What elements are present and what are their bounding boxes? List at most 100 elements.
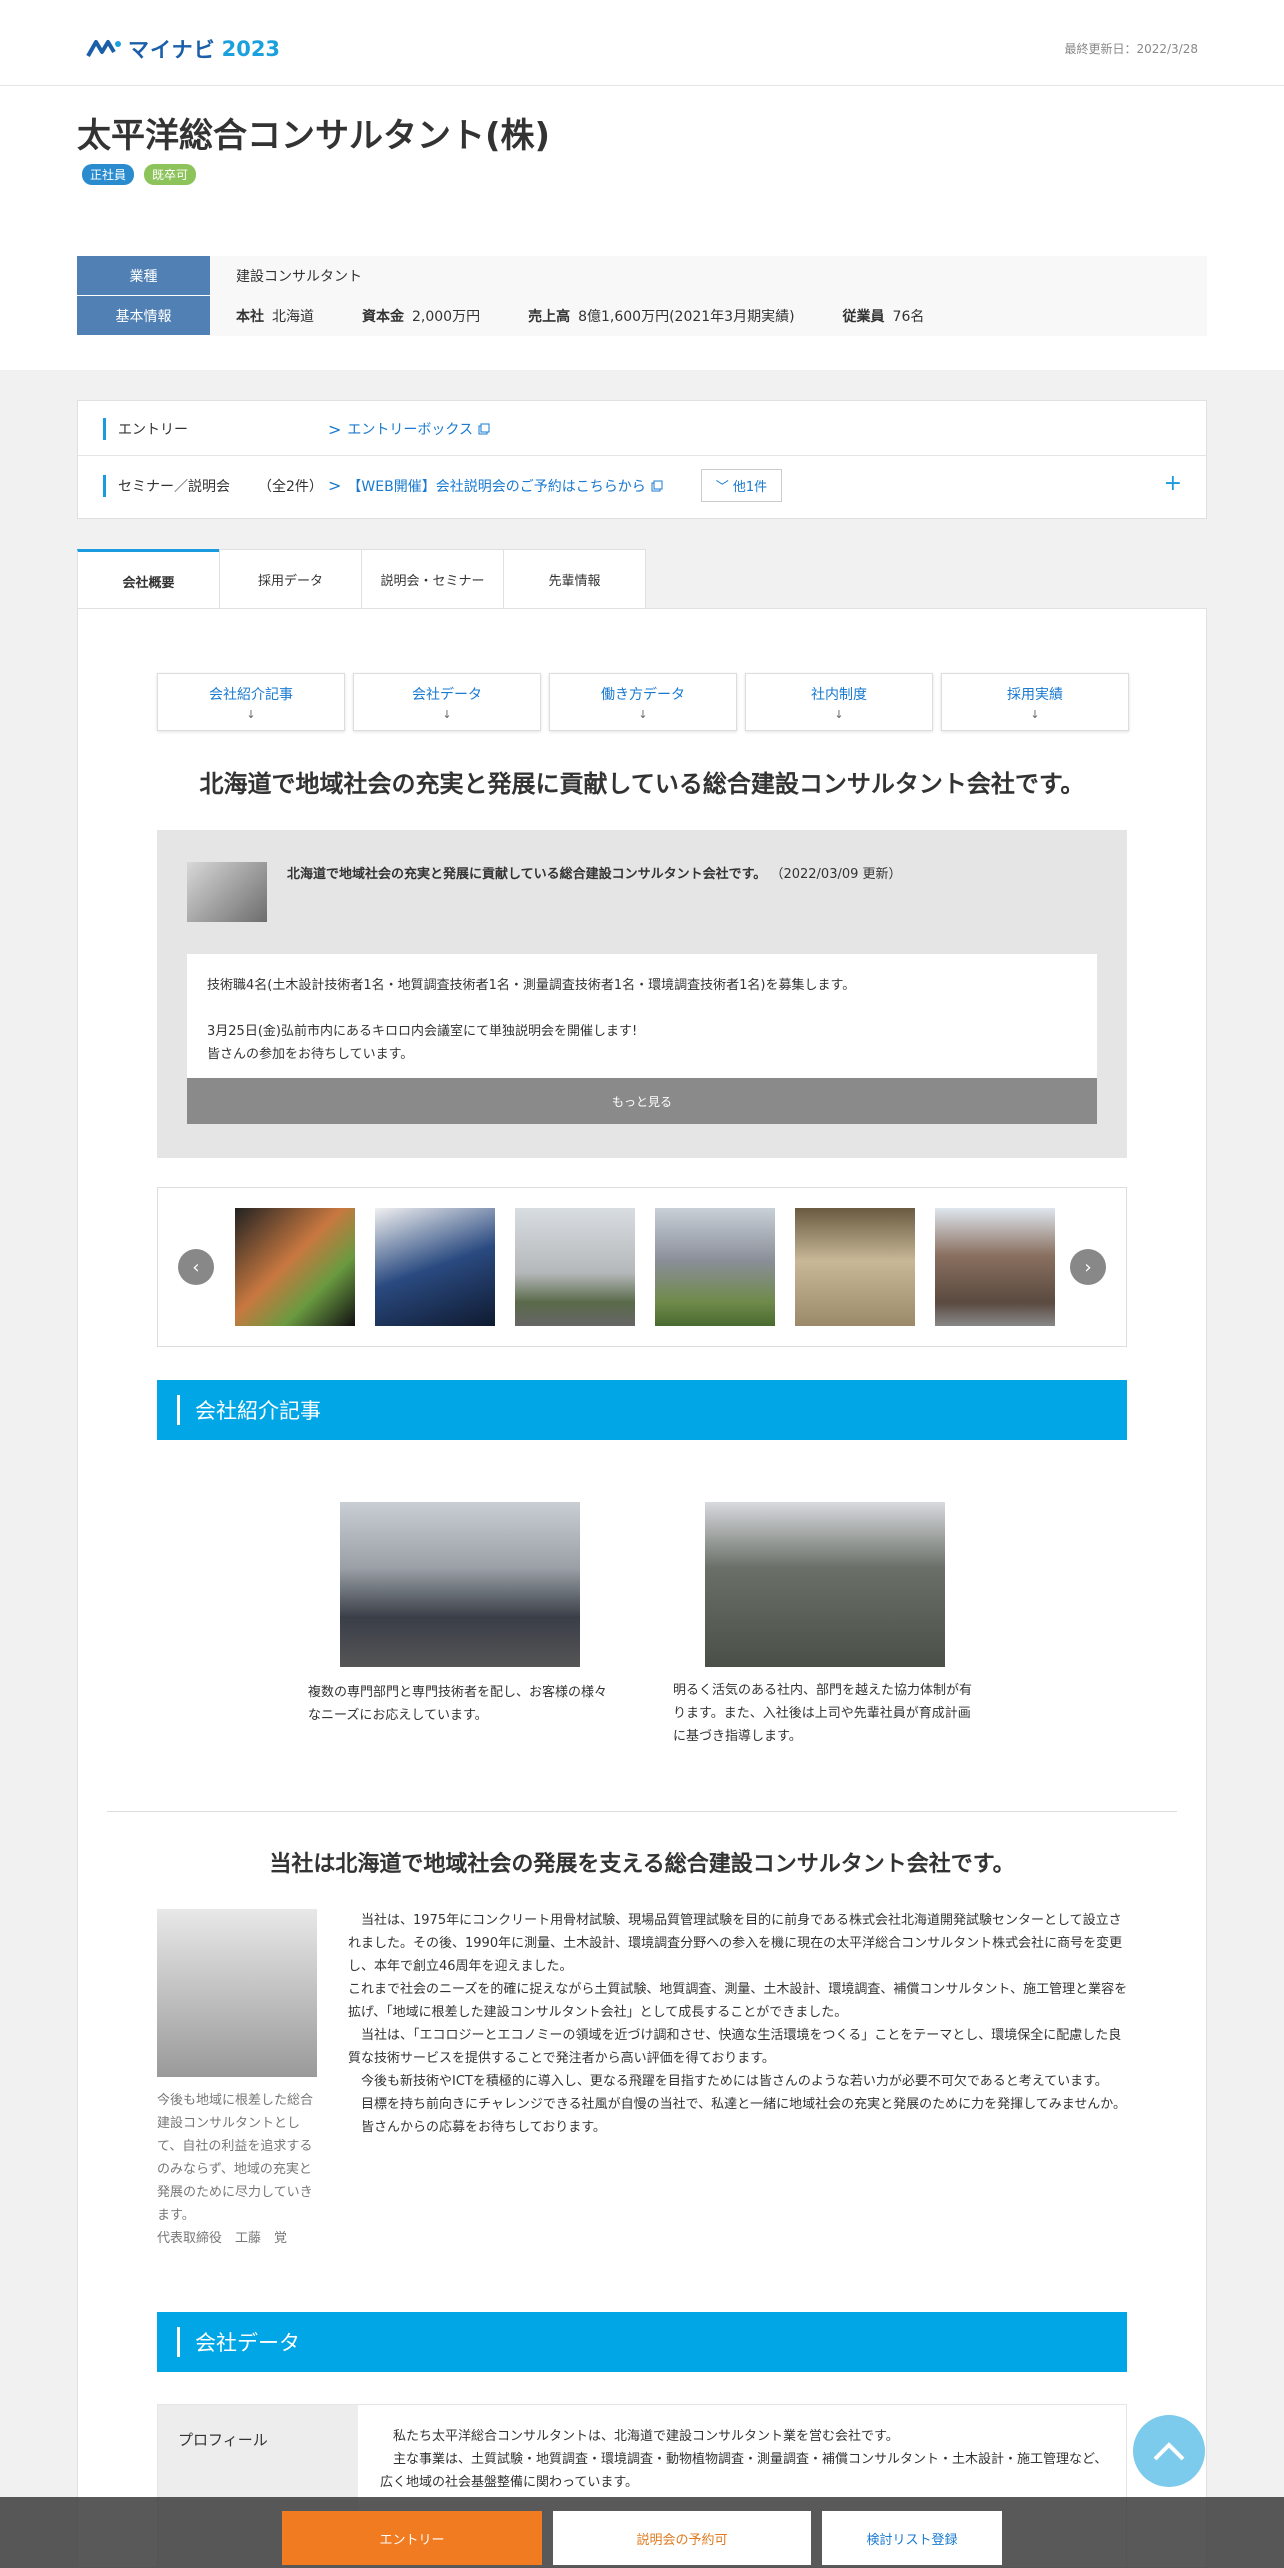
entry-box-link[interactable]: エントリーボックス	[347, 419, 473, 439]
entry-box: エントリー > エントリーボックス セミナー／説明会 （全2件） > 【WEB開…	[77, 400, 1207, 519]
entry-row: エントリー > エントリーボックス	[78, 403, 1206, 456]
news-heading: 北海道で地域社会の充実と発展に貢献している総合建設コンサルタント会社です。 （2…	[287, 862, 927, 887]
anchor-intro-article[interactable]: 会社紹介記事 ↓	[157, 673, 345, 731]
anchor-label: 会社データ	[412, 686, 482, 703]
group-photo-caption: 複数の専門部門と専門技術者を配し、お客様の様々なニーズにお応えしています。	[308, 1685, 608, 1723]
news-title: 北海道で地域社会の充実と発展に貢献している総合建設コンサルタント会社です。	[287, 867, 767, 882]
badge-fulltime: 正社員	[82, 164, 135, 185]
company-header: 太平洋総合コンサルタント(株) 正社員 既卒可 業種 建設コンサルタント 基本情…	[0, 86, 1284, 370]
president-lead-heading: 当社は北海道で地域社会の発展を支える総合建設コンサルタント会社です。	[269, 1852, 1015, 1877]
entry-label: エントリー	[118, 422, 188, 438]
capital-value: 2,000万円	[412, 309, 481, 325]
tab-company-overview[interactable]: 会社概要	[77, 549, 220, 610]
president-name: 代表取締役 工藤 覚	[157, 2231, 288, 2246]
seminar-row: セミナー／説明会 （全2件） > 【WEB開催】会社説明会のご予約はこちらから …	[78, 459, 1206, 512]
anchor-label: 会社紹介記事	[209, 686, 293, 703]
sales-label: 売上高	[528, 309, 571, 325]
staff-photo-caption: 明るく活気のある社内、部門を越えた協力体制が有ります。また、入社後は上司や先輩社…	[673, 1683, 973, 1744]
carousel-image[interactable]	[515, 1208, 635, 1326]
carousel-image[interactable]	[375, 1208, 495, 1326]
divider	[107, 1811, 1177, 1812]
section-heading-intro: 会社紹介記事	[157, 1380, 1127, 1440]
bottom-action-bar: エントリー 説明会の予約可 検討リスト登録	[0, 2497, 1284, 2568]
president-caption: 今後も地域に根差した総合建設コンサルタントとして、自社の利益を追求するのみならず…	[157, 2089, 317, 2250]
hq-label: 本社	[236, 309, 264, 325]
tab-recruitment-data[interactable]: 採用データ	[219, 549, 362, 609]
news-line: 3月25日(金)弘前市内にあるキロロ内会議室にて単独説明会を開催します!	[207, 1024, 638, 1039]
chevron-right-icon: >	[328, 476, 342, 495]
hq-value: 北海道	[272, 309, 314, 325]
carousel-next-button[interactable]: ›	[1070, 1249, 1106, 1285]
tab-senior-info[interactable]: 先輩情報	[503, 549, 646, 609]
anchor-work-data[interactable]: 働き方データ ↓	[549, 673, 737, 731]
sales-value: 8億1,600万円(2021年3月期実績)	[578, 309, 795, 325]
industry-value: 建設コンサルタント	[236, 269, 362, 285]
anchor-label: 働き方データ	[601, 686, 685, 703]
back-to-top-button[interactable]	[1133, 2415, 1205, 2487]
news-date: （2022/03/09 更新）	[770, 867, 902, 882]
tab-bar: 会社概要 採用データ 説明会・セミナー 先輩情報	[77, 549, 646, 610]
lead-heading: 北海道で地域社会の充実と発展に貢献している総合建設コンサルタント会社です。	[199, 770, 1085, 798]
news-line: 技術職4名(土木設計技術者1名・地質調査技術者1名・測量調査技術者1名・環境調査…	[207, 978, 856, 993]
arrow-down-icon: ↓	[834, 707, 844, 721]
tab-seminars[interactable]: 説明会・セミナー	[361, 549, 504, 609]
carousel-image[interactable]	[795, 1208, 915, 1326]
president-photo	[157, 1909, 317, 2077]
anchor-hiring-record[interactable]: 採用実績 ↓	[941, 673, 1129, 731]
mynavi-logo[interactable]: マイナビ 2023	[86, 34, 280, 64]
company-name: 太平洋総合コンサルタント(株)	[77, 116, 551, 156]
carousel-prev-button[interactable]: ‹	[178, 1249, 214, 1285]
anchor-company-data[interactable]: 会社データ ↓	[353, 673, 541, 731]
anchor-nav: 会社紹介記事 ↓ 会社データ ↓ 働き方データ ↓ 社内制度 ↓ 採用実績 ↓	[157, 673, 1129, 731]
main-content: 会社紹介記事 ↓ 会社データ ↓ 働き方データ ↓ 社内制度 ↓ 採用実績 ↓ 北海道で地…	[77, 608, 1207, 2568]
group-photo	[340, 1502, 580, 1667]
entry-bar	[103, 418, 106, 440]
capital-label: 資本金	[362, 309, 404, 325]
carousel-image[interactable]	[935, 1208, 1055, 1326]
expand-plus-icon[interactable]: +	[1164, 471, 1182, 496]
anchor-label: 社内制度	[811, 686, 867, 703]
employment-badges: 正社員 既卒可	[82, 164, 197, 185]
news-body: 技術職4名(土木設計技術者1名・地質調査技術者1名・測量調査技術者1名・環境調査…	[187, 954, 1097, 1078]
section-title: 会社紹介記事	[195, 1399, 321, 1423]
site-header: マイナビ 2023 最終更新日：2022/3/28	[0, 0, 1284, 86]
section-title: 会社データ	[195, 2331, 300, 2355]
industry-label: 業種	[77, 256, 210, 296]
add-to-list-button[interactable]: 検討リスト登録	[822, 2511, 1002, 2565]
anchor-label: 採用実績	[1007, 686, 1063, 703]
external-link-icon	[478, 423, 490, 435]
chevron-up-icon	[1153, 2442, 1185, 2461]
staff-photo	[705, 1502, 945, 1667]
logo-year: 2023	[221, 37, 281, 61]
seminar-link[interactable]: 【WEB開催】会社説明会のご予約はこちらから	[347, 476, 645, 496]
mynavi-logo-icon	[86, 40, 121, 57]
photo-carousel: ‹ ›	[157, 1187, 1127, 1347]
profile-text: 私たち太平洋総合コンサルタントは、北海道で建設コンサルタント業を営む会社です。 …	[380, 2429, 1108, 2490]
arrow-down-icon: ↓	[638, 707, 648, 721]
external-link-icon	[651, 480, 663, 491]
carousel-image[interactable]	[655, 1208, 775, 1326]
read-more-button[interactable]: もっと見る	[187, 1078, 1097, 1124]
arrow-down-icon: ↓	[442, 707, 452, 721]
entry-button[interactable]: エントリー	[282, 2511, 542, 2565]
company-info-table: 業種 建設コンサルタント 基本情報 本社 北海道 資本金 2,000万円 売上高…	[77, 256, 1207, 336]
logo-text: マイナビ	[128, 38, 216, 62]
industry-row: 業種 建設コンサルタント	[77, 256, 1207, 296]
section-bar	[177, 1395, 180, 1425]
seminar-count: （全2件）	[258, 478, 323, 495]
employees-value: 76名	[892, 309, 925, 325]
chevron-down-icon: ﹀	[715, 480, 733, 495]
more-seminars-label: 他1件	[732, 480, 768, 495]
news-line: 皆さんの参加をお待ちしています。	[207, 1047, 414, 1062]
more-seminars-button[interactable]: ﹀ 他1件	[700, 469, 783, 502]
anchor-company-system[interactable]: 社内制度 ↓	[745, 673, 933, 731]
employees-label: 従業員	[842, 309, 885, 325]
news-panel: 北海道で地域社会の充実と発展に貢献している総合建設コンサルタント会社です。 （2…	[157, 830, 1127, 1158]
president-caption-text: 今後も地域に根差した総合建設コンサルタントとして、自社の利益を追求するのみならず…	[157, 2093, 314, 2223]
basic-info-label: 基本情報	[77, 296, 210, 336]
chevron-right-icon: >	[328, 419, 342, 439]
seminar-reserve-button[interactable]: 説明会の予約可	[553, 2511, 811, 2565]
arrow-down-icon: ↓	[1030, 707, 1040, 721]
basic-info-row: 基本情報 本社 北海道 資本金 2,000万円 売上高 8億1,600万円(20…	[77, 296, 1207, 336]
carousel-image[interactable]	[235, 1208, 355, 1326]
